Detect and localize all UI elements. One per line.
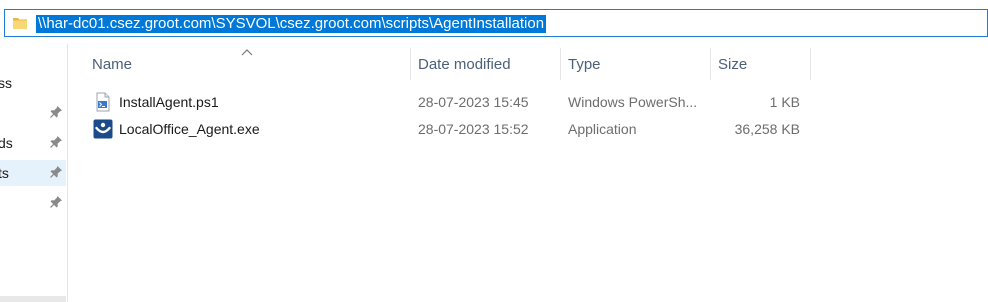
file-type: Application xyxy=(568,121,637,137)
nav-item-selected[interactable]: ts xyxy=(0,160,66,186)
column-header-label: Type xyxy=(568,56,601,73)
nav-horizontal-scrollbar[interactable] xyxy=(0,296,66,302)
file-row[interactable]: LocalOffice_Agent.exe 28-07-2023 15:52 A… xyxy=(88,116,810,142)
file-row[interactable]: InstallAgent.ps1 28-07-2023 15:45 Window… xyxy=(88,89,810,115)
column-divider[interactable] xyxy=(810,48,811,80)
nav-item[interactable]: ss xyxy=(0,70,66,96)
nav-item[interactable]: ds xyxy=(0,130,66,156)
pin-icon[interactable] xyxy=(49,195,63,209)
powershell-script-icon xyxy=(93,92,113,112)
file-date-modified: 28-07-2023 15:45 xyxy=(418,94,529,110)
file-type: Windows PowerSh... xyxy=(568,94,698,110)
folder-icon xyxy=(12,16,28,30)
column-header-name[interactable]: Name xyxy=(86,50,410,80)
file-size: 1 KB xyxy=(769,94,800,110)
address-path[interactable]: \\har-dc01.csez.groot.com\SYSVOL\csez.gr… xyxy=(36,15,547,33)
column-header-label: Date modified xyxy=(418,56,511,73)
file-date-modified: 28-07-2023 15:52 xyxy=(418,121,529,137)
nav-item[interactable] xyxy=(0,100,66,126)
column-header-label: Name xyxy=(92,56,133,73)
nav-item-label: ts xyxy=(0,165,9,181)
column-header-type[interactable]: Type xyxy=(562,50,710,80)
navigation-pane[interactable]: ss ds ts xyxy=(0,44,68,302)
column-header-label: Size xyxy=(718,56,748,73)
nav-item[interactable] xyxy=(0,190,66,216)
column-header-date-modified[interactable]: Date modified xyxy=(412,50,560,80)
address-bar[interactable]: \\har-dc01.csez.groot.com\SYSVOL\csez.gr… xyxy=(4,9,988,37)
pin-icon[interactable] xyxy=(49,105,63,119)
column-divider[interactable] xyxy=(560,48,561,80)
file-name[interactable]: LocalOffice_Agent.exe xyxy=(119,116,260,142)
column-header-size[interactable]: Size xyxy=(712,50,810,80)
file-name[interactable]: InstallAgent.ps1 xyxy=(119,89,219,115)
file-size: 36,258 KB xyxy=(734,121,800,137)
application-icon xyxy=(93,119,113,139)
column-divider[interactable] xyxy=(710,48,711,80)
pin-icon[interactable] xyxy=(49,165,63,179)
nav-item-label: ds xyxy=(0,135,13,151)
column-divider[interactable] xyxy=(410,48,411,80)
nav-item-label: ss xyxy=(0,75,12,91)
pin-icon[interactable] xyxy=(49,135,63,149)
